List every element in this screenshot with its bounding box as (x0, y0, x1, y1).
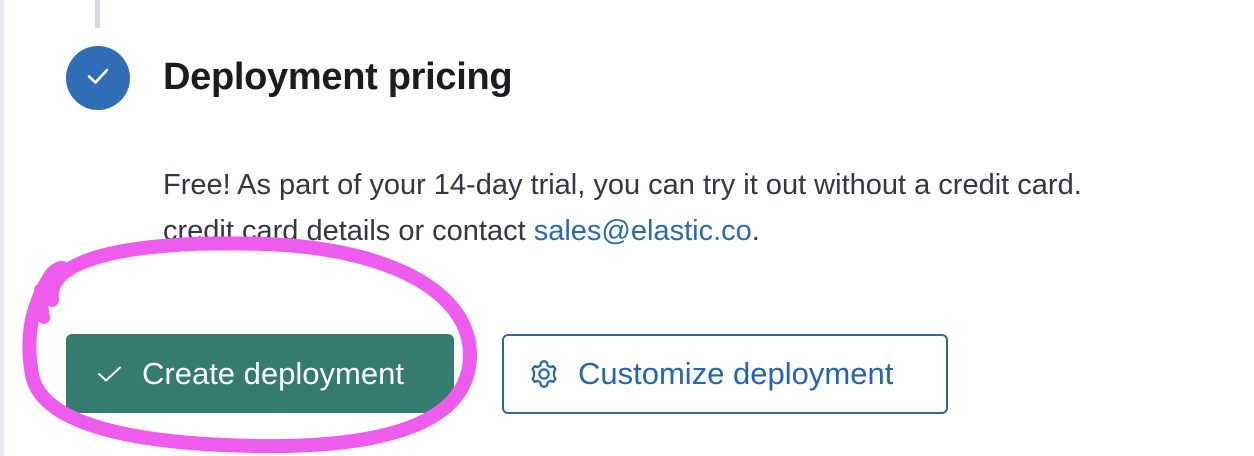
checkmark-icon (84, 62, 112, 95)
step-complete-indicator (66, 46, 130, 110)
description-line-2: credit card details or contact sales@ela… (163, 208, 1082, 254)
create-deployment-label: Create deployment (142, 355, 404, 391)
gear-icon (528, 358, 560, 390)
sales-email-link[interactable]: sales@elastic.co (534, 215, 752, 247)
create-deployment-button[interactable]: Create deployment (66, 334, 454, 413)
step-connector-line (95, 0, 100, 28)
checkmark-icon (96, 360, 124, 388)
panel-left-border (0, 0, 4, 456)
step-title: Deployment pricing (163, 56, 513, 98)
description-line-2-text: credit card details or contact (163, 215, 534, 247)
customize-deployment-label: Customize deployment (578, 356, 894, 391)
customize-deployment-button[interactable]: Customize deployment (502, 334, 948, 414)
description-line-2-end: . (751, 215, 760, 247)
description-line-1: Free! As part of your 14-day trial, you … (163, 169, 1082, 201)
pricing-description: Free! As part of your 14-day trial, you … (163, 162, 1082, 254)
